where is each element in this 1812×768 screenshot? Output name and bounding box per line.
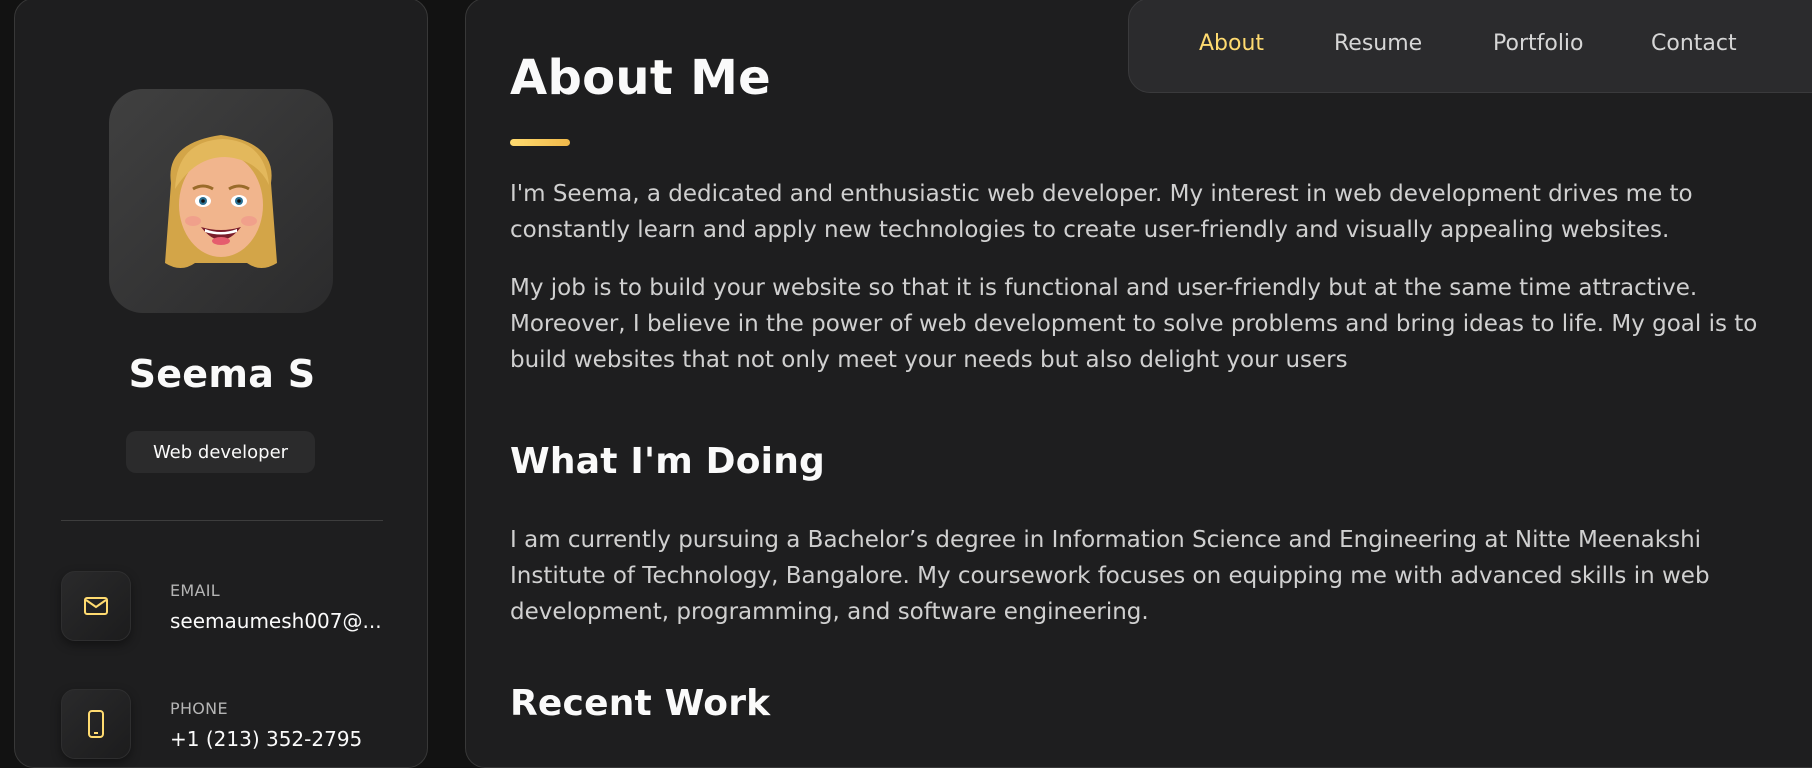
profile-sidebar: Seema S Web developer EMAIL seemaumesh00…: [14, 0, 428, 768]
email-link[interactable]: seemaumesh007@...: [170, 609, 382, 633]
memoji-avatar-icon: [165, 135, 277, 268]
nav-resume[interactable]: Resume: [1334, 31, 1422, 56]
role-badge: Web developer: [126, 431, 315, 473]
recent-work-heading: Recent Work: [510, 683, 771, 724]
contact-item-email: EMAIL seemaumesh007@...: [61, 571, 391, 641]
email-label: EMAIL: [170, 581, 220, 600]
nav-portfolio[interactable]: Portfolio: [1493, 31, 1584, 56]
page-title: About Me: [510, 50, 772, 106]
doing-paragraph: I am currently pursuing a Bachelor’s deg…: [510, 527, 1710, 625]
avatar: [109, 89, 333, 313]
phone-icon: [61, 689, 131, 759]
nav-about[interactable]: About: [1199, 31, 1264, 56]
sidebar-divider: [61, 520, 383, 521]
phone-label: PHONE: [170, 699, 228, 718]
phone-link[interactable]: +1 (213) 352-2795: [170, 727, 362, 751]
about-paragraph-1: I'm Seema, a dedicated and enthusiastic …: [510, 181, 1693, 243]
nav-contact[interactable]: Contact: [1651, 31, 1737, 56]
mail-icon: [61, 571, 131, 641]
title-underline: [510, 139, 570, 146]
main-content: [465, 0, 1812, 768]
profile-name: Seema S: [128, 352, 316, 396]
navbar: About Resume Portfolio Contact: [1128, 0, 1812, 93]
contact-item-phone: PHONE +1 (213) 352-2795: [61, 689, 391, 759]
about-paragraph-2: My job is to build your website so that …: [510, 275, 1758, 373]
doing-heading: What I'm Doing: [510, 441, 825, 482]
